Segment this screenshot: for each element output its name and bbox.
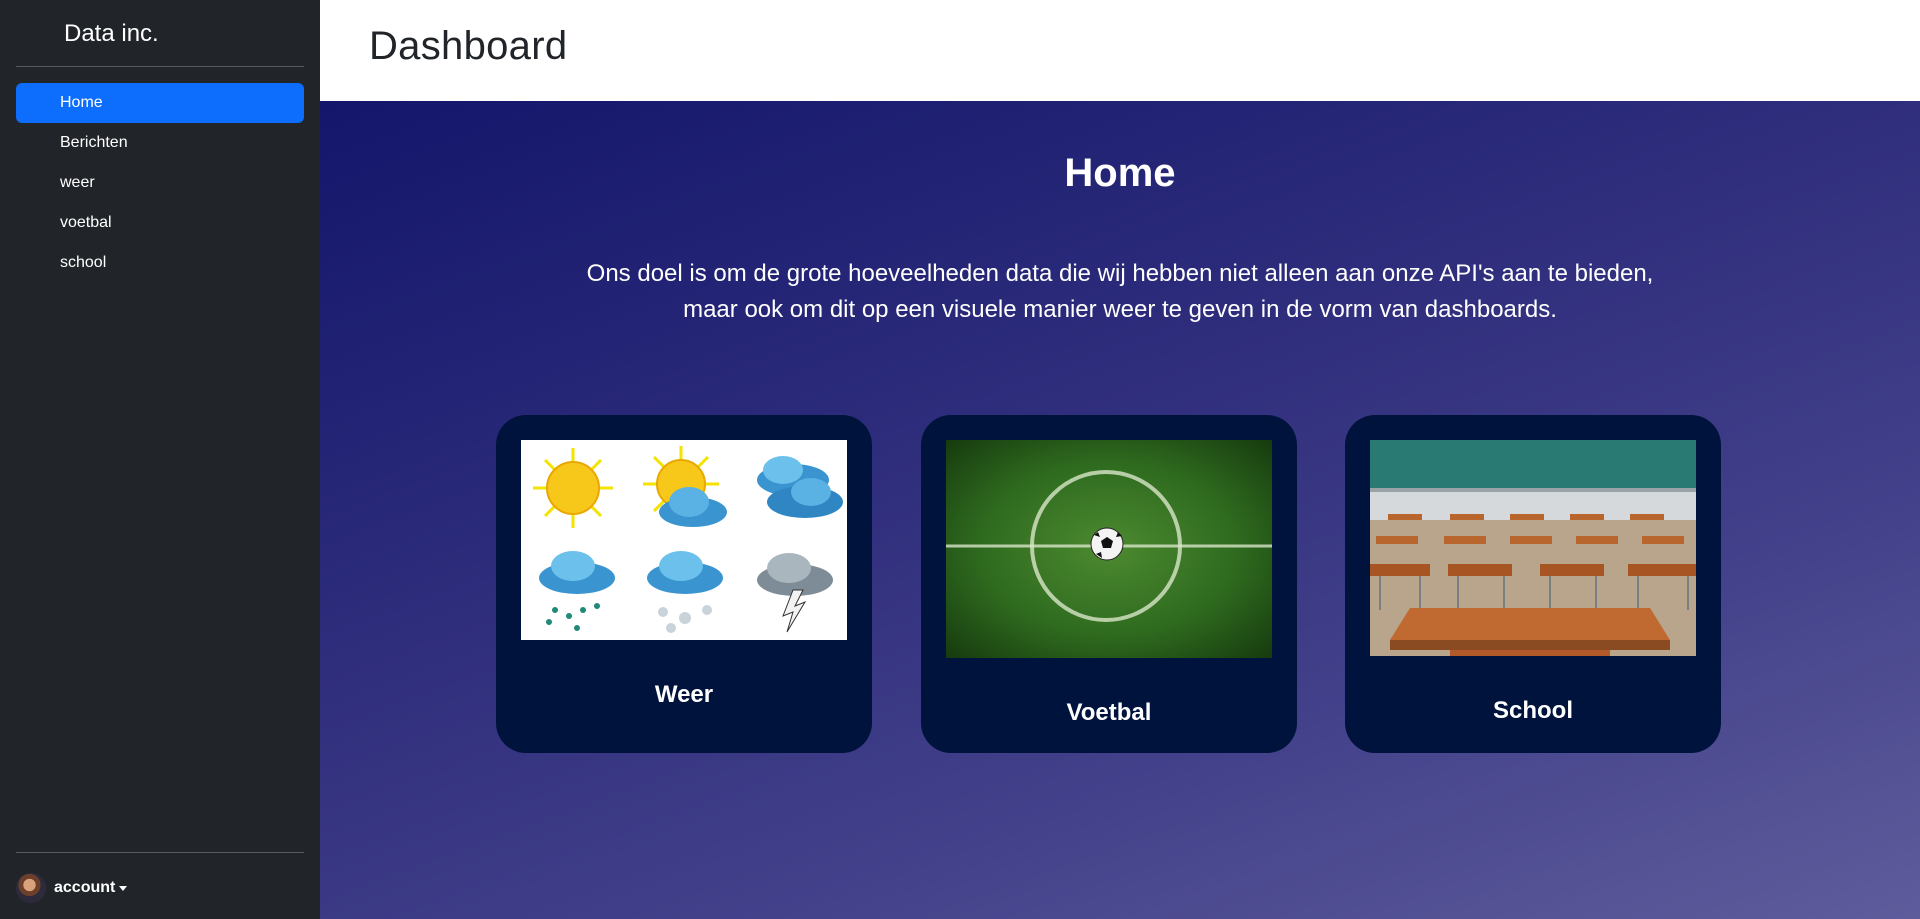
cloud-icon — [757, 456, 843, 518]
account-dropdown[interactable]: account — [16, 872, 128, 904]
sidebar-nav: Home Berichten weer voetbal school — [16, 83, 304, 283]
card-label-weer: Weer — [654, 681, 714, 708]
sidebar-item-berichten[interactable]: Berichten — [16, 123, 304, 163]
intro-line-2: maar ook om dit op een visuele manier we… — [683, 296, 1557, 323]
snow-icon — [647, 551, 723, 633]
intro-text: Ons doel is om de grote hoeveelheden dat… — [320, 256, 1920, 328]
brand-name[interactable]: Data inc. — [64, 20, 159, 48]
page-title: Dashboard — [369, 24, 568, 68]
card-label-voetbal: Voetbal — [1066, 699, 1152, 726]
card-voetbal[interactable]: Voetbal — [921, 415, 1297, 753]
sidebar-divider-top — [16, 66, 304, 67]
header: Dashboard — [320, 0, 1920, 101]
sidebar-item-weer[interactable]: weer — [16, 163, 304, 203]
sidebar-item-voetbal[interactable]: voetbal — [16, 203, 304, 243]
main-content: Home Ons doel is om de grote hoeveelhede… — [320, 101, 1920, 919]
rain-icon — [539, 551, 615, 631]
sidebar: Data inc. Home Berichten weer voetbal sc… — [0, 0, 320, 919]
sidebar-item-home[interactable]: Home — [16, 83, 304, 123]
avatar — [16, 873, 46, 903]
weather-icons-image — [521, 440, 847, 640]
football-icon — [1090, 527, 1124, 561]
sidebar-item-school[interactable]: school — [16, 243, 304, 283]
thunderstorm-icon — [757, 553, 833, 633]
partly-cloudy-icon — [643, 446, 727, 527]
card-weer[interactable]: Weer — [496, 415, 872, 753]
caret-down-icon — [119, 885, 128, 891]
football-field-image — [946, 440, 1272, 658]
chalkboard — [1370, 440, 1696, 488]
classroom-image — [1370, 440, 1696, 656]
section-title: Home — [1064, 151, 1176, 195]
sun-icon — [533, 448, 613, 528]
card-label-school: School — [1492, 697, 1573, 724]
card-school[interactable]: School — [1345, 415, 1721, 753]
intro-line-1: Ons doel is om de grote hoeveelheden dat… — [586, 260, 1654, 287]
account-label: account — [54, 879, 116, 896]
sidebar-divider-bottom — [16, 852, 304, 853]
